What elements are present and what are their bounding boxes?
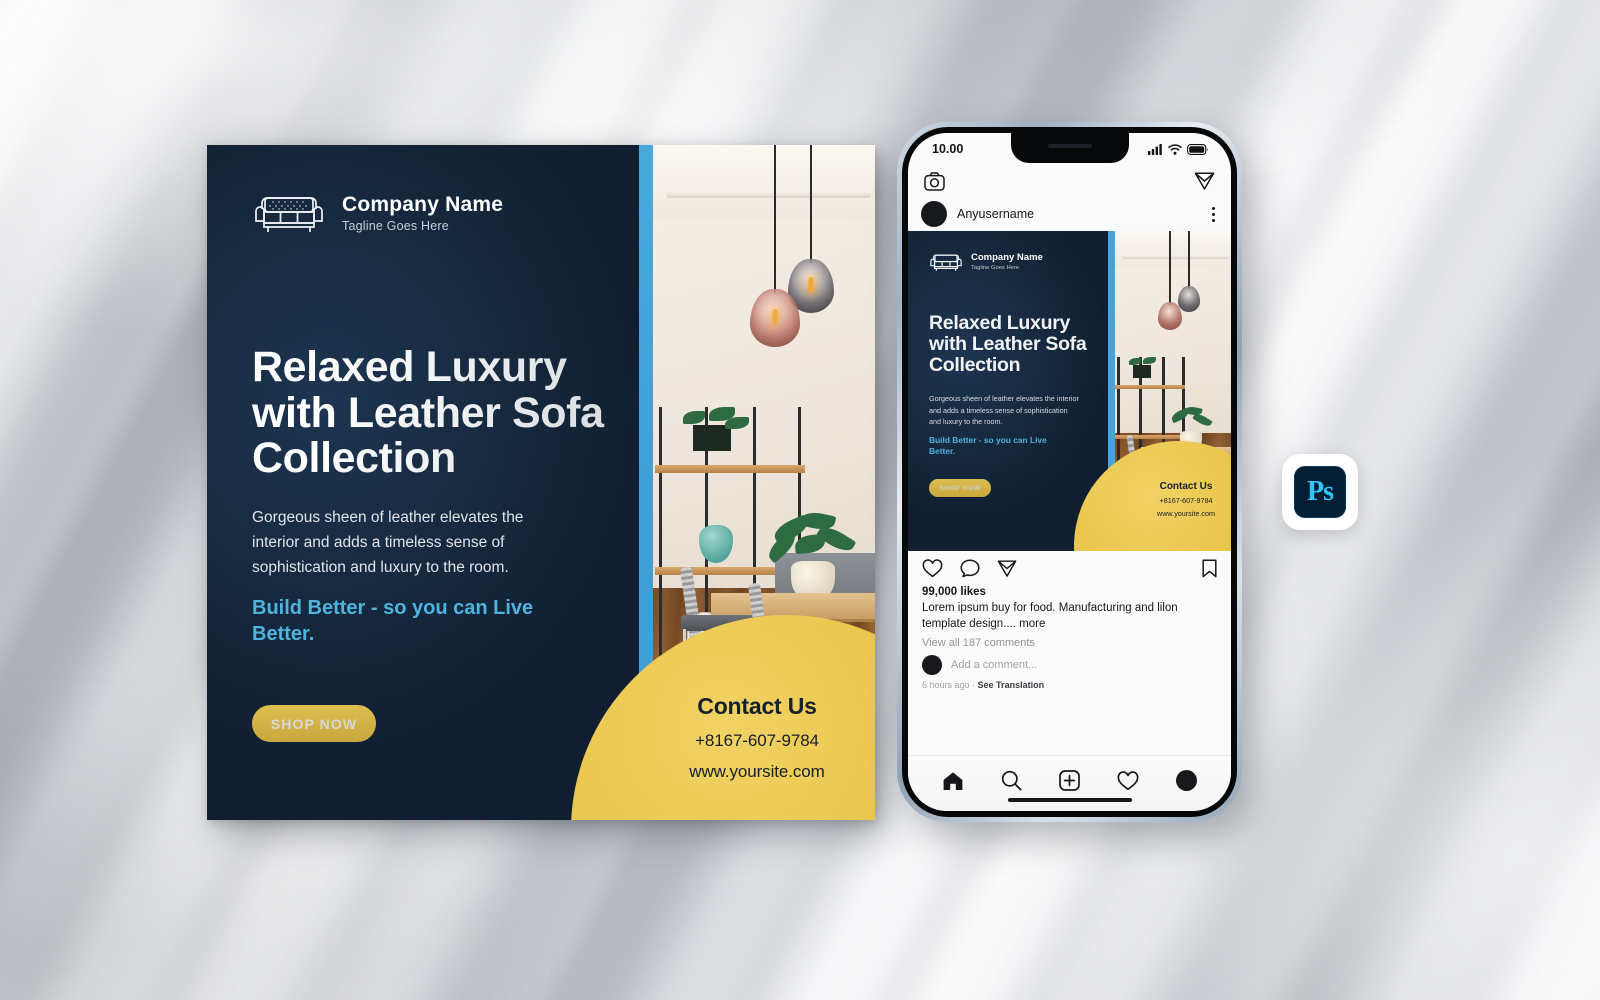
post-contact-website: www.yoursite.com xyxy=(1157,509,1215,518)
post-contact-phone: +8167-607-9784 xyxy=(1159,496,1213,505)
instagram-topbar xyxy=(908,165,1231,197)
send-icon[interactable] xyxy=(997,559,1017,578)
post-shop-now-button[interactable]: SHOP NOW xyxy=(929,479,991,497)
home-indicator xyxy=(1007,798,1132,802)
wifi-icon xyxy=(1168,143,1182,155)
heart-icon[interactable] xyxy=(1117,770,1139,791)
status-time: 10.00 xyxy=(932,142,964,156)
post-brand-tagline: Tagline Goes Here xyxy=(971,264,1020,271)
contact-title: Contact Us xyxy=(697,693,817,719)
post-body-copy: Gorgeous sheen of leather elevates the i… xyxy=(929,394,1079,427)
search-icon[interactable] xyxy=(1001,770,1022,791)
table-plant xyxy=(764,509,857,601)
poster-mockup: Company Name Tagline Goes Here Relaxed L… xyxy=(207,145,875,820)
sofa-icon xyxy=(930,254,962,271)
post-slogan: Build Better - so you can Live Better. xyxy=(929,435,1047,457)
see-translation-link[interactable]: See Translation xyxy=(978,680,1045,690)
contact-phone: +8167-607-9784 xyxy=(695,731,819,750)
view-comments-link[interactable]: View all 187 comments xyxy=(922,637,1217,649)
avatar xyxy=(922,654,942,675)
poster-body-copy: Gorgeous sheen of leather elevates the i… xyxy=(252,509,524,577)
poster-logo: Company Name Tagline Goes Here xyxy=(252,189,503,237)
cellular-icon xyxy=(1148,143,1162,155)
post-brand-name: Company Name xyxy=(971,252,1043,264)
post-username[interactable]: Anyusername xyxy=(957,207,1199,221)
add-comment-row[interactable]: Add a comment... xyxy=(922,654,1217,675)
timestamp-text: 6 hours ago · xyxy=(922,679,978,690)
post-contact-title: Contact Us xyxy=(1159,481,1213,492)
photoshop-badge: Ps xyxy=(1282,454,1358,530)
likes-count: 99,000 likes xyxy=(922,586,986,598)
post-actions xyxy=(908,551,1231,585)
poster-slogan: Build Better - so you can Live Better. xyxy=(252,597,534,646)
phone-screen: 10.00 Anyusername Company Name Tagline G… xyxy=(908,133,1231,811)
poster-contact-block: Contact Us +8167-607-9784 www.yoursite.c… xyxy=(647,693,867,782)
post-image: Company Name Tagline Goes Here Relaxed L… xyxy=(908,231,1231,551)
contact-website: www.yoursite.com xyxy=(689,762,825,781)
send-icon[interactable] xyxy=(1194,171,1215,191)
post-timestamp: 6 hours ago · See Translation xyxy=(922,680,1217,690)
post-headline: Relaxed Luxury with Leather Sofa Collect… xyxy=(929,312,1087,377)
avatar[interactable] xyxy=(921,201,947,227)
post-caption: 99,000 likes Lorem ipsum buy for food. M… xyxy=(908,585,1231,690)
add-comment-input[interactable]: Add a comment... xyxy=(951,659,1037,671)
phone-notch xyxy=(1010,133,1129,163)
instagram-tabbar xyxy=(908,755,1231,811)
battery-icon xyxy=(1187,143,1209,155)
camera-icon[interactable] xyxy=(924,171,945,191)
brand-name: Company Name xyxy=(342,192,504,216)
bookmark-icon[interactable] xyxy=(1202,558,1217,578)
post-contact-block: Contact Us +8167-607-9784 www.yoursite.c… xyxy=(1130,481,1231,518)
sofa-icon xyxy=(255,197,323,232)
home-icon[interactable] xyxy=(942,771,964,791)
caption-text[interactable]: Lorem ipsum buy for food. Manufacturing … xyxy=(922,600,1217,633)
more-options-icon[interactable] xyxy=(1209,205,1218,224)
poster-headline: Relaxed Luxury with Leather Sofa Collect… xyxy=(252,344,638,482)
heart-icon[interactable] xyxy=(922,558,943,578)
comment-icon[interactable] xyxy=(960,558,980,578)
brand-tagline: Tagline Goes Here xyxy=(342,219,449,234)
shop-now-button[interactable]: SHOP NOW xyxy=(252,705,376,742)
profile-avatar[interactable] xyxy=(1175,770,1197,791)
photoshop-icon: Ps xyxy=(1294,466,1346,518)
phone-mockup: 10.00 Anyusername Company Name Tagline G… xyxy=(897,122,1242,822)
add-post-icon[interactable] xyxy=(1059,770,1080,791)
post-user-row[interactable]: Anyusername xyxy=(908,197,1231,231)
post-logo: Company Name Tagline Goes Here xyxy=(929,251,1043,273)
